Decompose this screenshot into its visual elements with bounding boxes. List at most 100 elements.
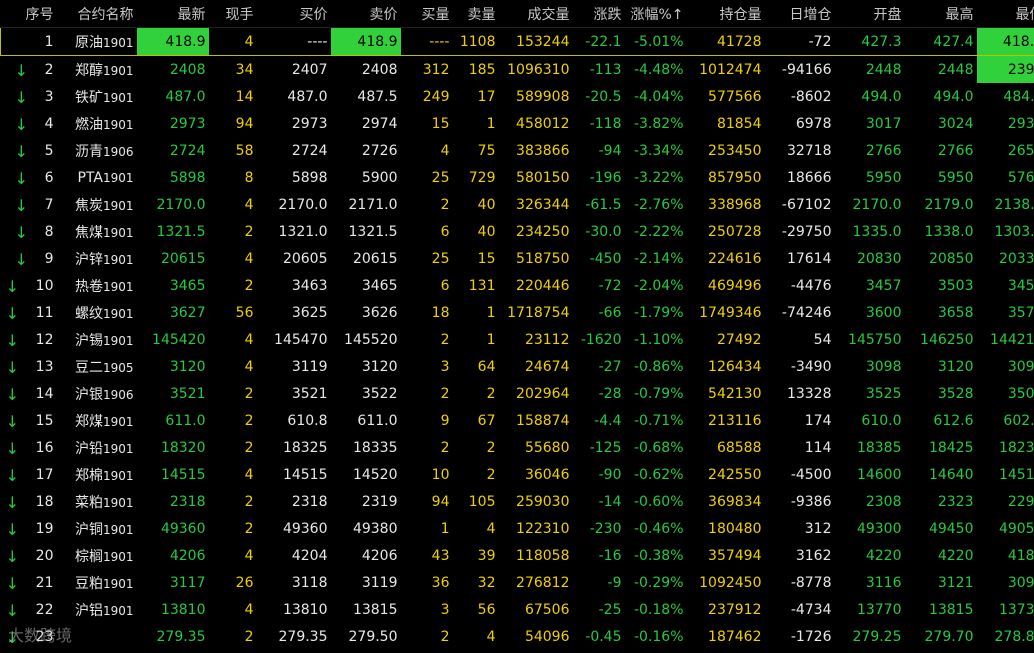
- table-row[interactable]: 1 原油1901 418.9 4 ---- 418.9 ---- 1108 153244 -22.…: [0, 27, 1034, 56]
- table-row[interactable]: ↓ 21 豆粕1901 3117 26 3118 3119 36 32 276812 -9 -0.29…: [1, 569, 1034, 596]
- cell-last: 3521: [169, 385, 206, 402]
- cell-change: -90: [598, 466, 622, 483]
- cell-vol-now: 56: [235, 304, 254, 321]
- col-header-ask[interactable]: 卖价: [330, 0, 401, 28]
- table-row[interactable]: ↓ 5 沥青1906 2724 58 2724 2726 4 75 383866 -94 -3.34%…: [1, 137, 1034, 164]
- cell-no: ↓ 12: [1, 326, 57, 353]
- cell-open: 4220: [865, 547, 902, 564]
- table-row[interactable]: ↓ 17 郑棉1901 14515 4 14515 14520 10 2 36046 -90 -0.6…: [1, 461, 1034, 488]
- cell-low: 3509: [1007, 385, 1034, 402]
- table-row[interactable]: ↓ 10 热卷1901 3465 2 3463 3465 6 131 220446 -72 -2.04…: [1, 272, 1034, 299]
- table-row[interactable]: ↓ 4 燃油1901 2973 94 2973 2974 15 1 458012 -118 -3.82…: [1, 110, 1034, 137]
- contract-name: 郑棉: [74, 467, 103, 484]
- contract-month: 1901: [102, 252, 134, 267]
- cell-oi-change: -4500: [790, 466, 832, 483]
- cell-low: 49050: [998, 520, 1034, 537]
- table-row[interactable]: ↓ 19 沪铜1901 49360 2 49360 49380 1 4 122310 -230 -0.…: [1, 515, 1034, 542]
- cell-bid-vol: 2: [440, 628, 450, 645]
- col-header-change[interactable]: 涨跌: [572, 0, 625, 28]
- col-header-vol-now[interactable]: 现手: [208, 0, 257, 28]
- cell-change-pct: -0.60%: [633, 493, 684, 510]
- cell-last: 2170.0: [156, 196, 206, 213]
- contract-name: 热卷: [74, 278, 103, 295]
- col-header-open[interactable]: 开盘: [834, 0, 905, 28]
- table-row[interactable]: ↓ 20 棕榈1901 4206 4 4204 4206 43 39 118058 -16 -0.38…: [1, 542, 1034, 569]
- contract-month: 1901: [102, 170, 134, 185]
- cell-volume: 67506: [524, 601, 570, 618]
- contract-month: 1901: [102, 90, 134, 105]
- cell-contract-name: 铁矿1901: [57, 83, 137, 110]
- col-header-name[interactable]: 合约名称: [56, 0, 137, 28]
- down-arrow-icon: ↓: [5, 330, 20, 350]
- table-row[interactable]: ↓ 7 焦炭1901 2170.0 4 2170.0 2171.0 2 40 326344 -61.…: [1, 191, 1034, 218]
- table-row[interactable]: ↓ 9 沪锌1901 20615 4 20605 20615 25 15 518750 -450 -2…: [1, 245, 1034, 272]
- col-header-oi[interactable]: 持仓量: [686, 0, 765, 28]
- table-row[interactable]: ↓ 16 沪铅1901 18320 2 18325 18335 2 2 55680 -125 -0.6…: [1, 434, 1034, 461]
- col-header-high[interactable]: 最高: [904, 0, 977, 28]
- cell-open: 49300: [856, 520, 902, 537]
- cell-ask: 20615: [352, 250, 398, 267]
- cell-bid: 2170.0: [278, 196, 328, 213]
- cell-vol-now: 58: [235, 142, 254, 159]
- table-row[interactable]: ↓ 15 郑煤1901 611.0 2 610.8 611.0 9 67 158874 -4.4 -0…: [1, 407, 1034, 434]
- cell-oi: 213116: [708, 412, 762, 429]
- cell-ask-vol: 2: [486, 439, 496, 456]
- cell-last: 2724: [169, 142, 206, 159]
- col-header-no[interactable]: 序号: [0, 0, 57, 28]
- cell-ask: 3120: [361, 358, 398, 375]
- cell-oi: 242550: [708, 466, 762, 483]
- cell-oi: 187462: [708, 628, 762, 645]
- table-row[interactable]: ↓ 13 豆二1905 3120 4 3119 3120 3 64 24674 -27 -0.86% 1…: [1, 353, 1034, 380]
- contract-month: 1901: [102, 549, 134, 564]
- cell-change: -72: [598, 277, 622, 294]
- table-row[interactable]: ↓ 12 沪锡1901 145420 4 145470 145520 2 1 23112 -1620…: [1, 326, 1034, 353]
- col-header-volume[interactable]: 成交量: [498, 0, 573, 28]
- col-header-bid[interactable]: 买价: [256, 0, 331, 28]
- col-header-bid-vol[interactable]: 买量: [400, 0, 453, 28]
- table-row[interactable]: ↓ 23 279.35 2 279.35 279.50 2 4 54096 -0.45 -0.16%…: [1, 623, 1034, 650]
- cell-bid-vol: 94: [431, 493, 450, 510]
- down-arrow-icon: ↓: [14, 249, 28, 269]
- table-row[interactable]: ↓ 3 铁矿1901 487.0 14 487.0 487.5 249 17 589908 -20.…: [1, 83, 1034, 110]
- cell-oi: 542130: [708, 385, 762, 402]
- cell-no: ↓ 21: [1, 569, 57, 596]
- down-arrow-icon: ↓: [5, 492, 20, 512]
- table-row[interactable]: ↓ 11 螺纹1901 3627 56 3625 3626 18 1 1718754 -66 -1.7…: [1, 299, 1034, 326]
- col-header-change-pct[interactable]: 涨幅%↑: [624, 0, 687, 28]
- cell-last: 3627: [169, 304, 206, 321]
- cell-ask-vol: 56: [477, 601, 496, 618]
- cell-volume: 220446: [516, 277, 570, 294]
- cell-ask: 2408: [361, 61, 398, 78]
- cell-high: 427.4: [904, 27, 977, 56]
- cell-last: 49360: [160, 520, 206, 537]
- cell-ask-vol: 39: [477, 547, 496, 564]
- contract-name: 豆粕: [74, 575, 103, 592]
- table-row[interactable]: ↓ 6 PTA1901 5898 8 5898 5900 25 729 580150 -196 -3.…: [1, 164, 1034, 191]
- col-header-last[interactable]: 最新: [136, 0, 209, 28]
- cell-open: 3098: [865, 358, 902, 375]
- cell-no: ↓ 18: [1, 488, 57, 515]
- cell-change: -0.45: [585, 628, 622, 645]
- table-row[interactable]: ↓ 22 沪铝1901 13810 4 13810 13815 3 56 67506 -25 -0.1…: [1, 596, 1034, 623]
- cell-oi-change: 114: [804, 439, 832, 456]
- cell-last: 2408: [169, 61, 206, 78]
- col-header-oi-change[interactable]: 日增仓: [764, 0, 835, 28]
- cell-vol-now: 2: [244, 439, 254, 456]
- cell-contract-name: 燃油1901: [57, 110, 137, 137]
- cell-vol-now: 4: [244, 196, 254, 213]
- cell-volume: 458012: [516, 115, 570, 132]
- col-header-ask-vol[interactable]: 卖量: [452, 0, 499, 28]
- table-row[interactable]: ↓ 14 沪银1906 3521 2 3521 3522 2 2 202964 -28 -0.79% 5…: [1, 380, 1034, 407]
- cell-change: -125: [589, 439, 622, 456]
- watermark-logo: 大数跨境: [8, 626, 73, 645]
- cell-contract-name: 焦煤1901: [57, 218, 137, 245]
- cell-high: 612.6: [933, 412, 974, 429]
- cell-low: 144210: [990, 331, 1034, 348]
- table-row[interactable]: ↓ 2 郑醇1901 2408 34 2407 2408 312 185 1096310 -113-…: [1, 55, 1034, 83]
- col-header-low[interactable]: 最低: [976, 0, 1034, 28]
- cell-change: -450: [589, 250, 622, 267]
- table-row[interactable]: ↓ 18 菜粕1901 2318 2 2318 2319 94 105 259030 -14 -0.6…: [1, 488, 1034, 515]
- contract-name: 沪铅: [74, 440, 103, 457]
- table-row[interactable]: ↓ 8 焦煤1901 1321.5 2 1321.0 1321.5 6 40 234250 -30.…: [1, 218, 1034, 245]
- cell-volume: 54096: [524, 628, 570, 645]
